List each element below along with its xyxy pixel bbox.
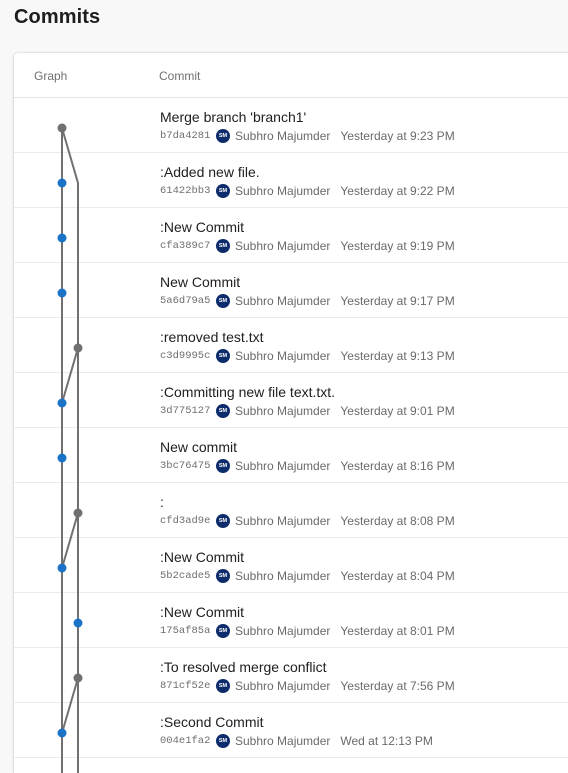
- author-avatar: SM: [216, 679, 230, 693]
- commit-node[interactable]: [57, 563, 67, 573]
- commit-author: Subhro Majumder: [235, 624, 331, 638]
- commit-node[interactable]: [57, 178, 67, 188]
- commit-message[interactable]: :: [160, 494, 164, 510]
- commit-author: Subhro Majumder: [235, 129, 331, 143]
- commit-author: Subhro Majumder: [235, 239, 331, 253]
- commit-message[interactable]: :New Commit: [160, 604, 244, 620]
- commit-time: Yesterday at 7:56 PM: [340, 679, 455, 693]
- commit-node[interactable]: [73, 618, 83, 628]
- commit-hash[interactable]: 5a6d79a5: [160, 295, 216, 307]
- author-avatar: SM: [216, 239, 230, 253]
- commit-meta: 61422bb3 SM Subhro Majumder Yesterday at 9:…: [160, 183, 455, 199]
- commit-author: Subhro Majumder: [235, 734, 331, 748]
- commit-message[interactable]: New Commit: [160, 274, 240, 290]
- graph-edge: [61, 127, 79, 184]
- commit-meta: cfa389c7 SM Subhro Majumder Yesterday at 9:…: [160, 238, 455, 254]
- commit-time: Yesterday at 9:22 PM: [340, 184, 455, 198]
- commit-hash[interactable]: 175af85a: [160, 625, 216, 637]
- commit-message[interactable]: Merge branch 'branch1': [160, 109, 306, 125]
- commit-author: Subhro Majumder: [235, 404, 331, 418]
- commit-meta: 5b2cade5 SM Subhro Majumder Yesterday at 8:…: [160, 568, 455, 584]
- commit-time: Yesterday at 9:19 PM: [340, 239, 455, 253]
- commit-meta: c3d9995c SM Subhro Majumder Yesterday at 9:…: [160, 348, 455, 364]
- commit-message[interactable]: :Second Commit: [160, 714, 263, 730]
- commit-message[interactable]: :New Commit: [160, 219, 244, 235]
- commit-meta: 871cf52e SM Subhro Majumder Yesterday at 7:…: [160, 678, 455, 694]
- graph-edge: [61, 512, 79, 569]
- commit-meta: 175af85a SM Subhro Majumder Yesterday at 8:…: [160, 623, 455, 639]
- commit-graph: [57, 123, 83, 773]
- commit-meta: b7da4281 SM Subhro Majumder Yesterday at 9:…: [160, 128, 455, 144]
- commit-author: Subhro Majumder: [235, 679, 331, 693]
- commit-author: Subhro Majumder: [235, 349, 331, 363]
- author-avatar: SM: [216, 129, 230, 143]
- commit-author: Subhro Majumder: [235, 569, 331, 583]
- commit-hash[interactable]: 5b2cade5: [160, 570, 216, 582]
- author-avatar: SM: [216, 514, 230, 528]
- commit-time: Yesterday at 9:17 PM: [340, 294, 455, 308]
- commit-hash[interactable]: cfd3ad9e: [160, 515, 216, 527]
- commit-meta: 004e1fa2 SM Subhro Majumder Wed at 12:13 PM: [160, 733, 433, 749]
- author-avatar: SM: [216, 349, 230, 363]
- commit-time: Yesterday at 8:16 PM: [340, 459, 455, 473]
- commit-column-header: Commit: [159, 69, 201, 83]
- commit-author: Subhro Majumder: [235, 294, 331, 308]
- graph-edge: [61, 347, 79, 404]
- commit-hash[interactable]: 871cf52e: [160, 680, 216, 692]
- commit-hash[interactable]: 3bc76475: [160, 460, 216, 472]
- commit-node[interactable]: [73, 508, 83, 518]
- commit-message[interactable]: :Committing new file text.txt.: [160, 384, 335, 400]
- author-avatar: SM: [216, 184, 230, 198]
- commit-node[interactable]: [57, 728, 67, 738]
- commit-meta: 5a6d79a5 SM Subhro Majumder Yesterday at 9:…: [160, 293, 455, 309]
- author-avatar: SM: [216, 459, 230, 473]
- commit-hash[interactable]: 61422bb3: [160, 185, 216, 197]
- commit-time: Wed at 12:13 PM: [340, 734, 433, 748]
- commit-message[interactable]: :To resolved merge conflict: [160, 659, 327, 675]
- commit-author: Subhro Majumder: [235, 459, 331, 473]
- commit-node[interactable]: [57, 398, 67, 408]
- commit-node[interactable]: [57, 233, 67, 243]
- author-avatar: SM: [216, 624, 230, 638]
- author-avatar: SM: [216, 734, 230, 748]
- commit-hash[interactable]: b7da4281: [160, 130, 216, 142]
- commit-hash[interactable]: 3d775127: [160, 405, 216, 417]
- commit-hash[interactable]: 004e1fa2: [160, 735, 216, 747]
- graph-edge: [61, 677, 79, 734]
- commit-node[interactable]: [57, 453, 67, 463]
- commit-time: Yesterday at 9:23 PM: [340, 129, 455, 143]
- commit-hash[interactable]: c3d9995c: [160, 350, 216, 362]
- commit-node[interactable]: [57, 123, 67, 133]
- commit-author: Subhro Majumder: [235, 514, 331, 528]
- commit-meta: cfd3ad9e SM Subhro Majumder Yesterday at 8:…: [160, 513, 455, 529]
- commit-node[interactable]: [73, 343, 83, 353]
- commit-time: Yesterday at 9:01 PM: [340, 404, 455, 418]
- commit-node[interactable]: [73, 673, 83, 683]
- commit-meta: 3bc76475 SM Subhro Majumder Yesterday at 8:…: [160, 458, 455, 474]
- commit-time: Yesterday at 9:13 PM: [340, 349, 455, 363]
- commit-message[interactable]: New commit: [160, 439, 237, 455]
- commits-panel: Graph Commit Merge branch 'branch1' b7da4…: [14, 53, 568, 773]
- author-avatar: SM: [216, 569, 230, 583]
- commit-node[interactable]: [57, 288, 67, 298]
- commit-time: Yesterday at 8:04 PM: [340, 569, 455, 583]
- commit-author: Subhro Majumder: [235, 184, 331, 198]
- author-avatar: SM: [216, 404, 230, 418]
- commit-time: Yesterday at 8:01 PM: [340, 624, 455, 638]
- commit-message[interactable]: :removed test.txt: [160, 329, 263, 345]
- author-avatar: SM: [216, 294, 230, 308]
- commit-hash[interactable]: cfa389c7: [160, 240, 216, 252]
- commit-message[interactable]: :Added new file.: [160, 164, 260, 180]
- commit-time: Yesterday at 8:08 PM: [340, 514, 455, 528]
- commit-message[interactable]: :New Commit: [160, 549, 244, 565]
- commit-meta: 3d775127 SM Subhro Majumder Yesterday at 9:…: [160, 403, 455, 419]
- page-title: Commits: [14, 6, 101, 28]
